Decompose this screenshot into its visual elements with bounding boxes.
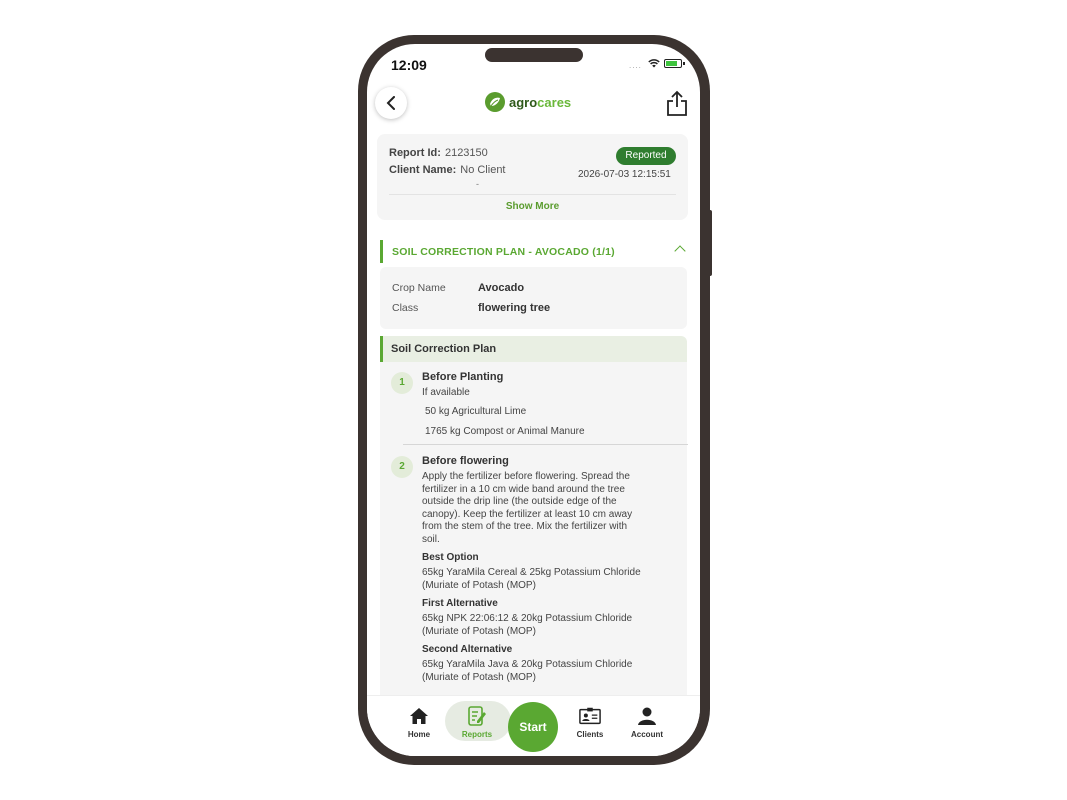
step-description-line: outside the drip line (the outside edge … [422,496,617,507]
report-edit-icon [466,705,488,727]
step-description-line: canopy). Keep the fertilizer at least 10… [422,508,633,520]
soil-correction-section-header[interactable]: SOIL CORRECTION PLAN - AVOCADO (1/1) [380,240,690,263]
report-content[interactable]: Report Id: 2123150 Client Name: No Client … [367,130,700,695]
option-line: (Muriate of Potash (MOP) [422,625,536,637]
tab-clients[interactable]: Clients [562,696,618,744]
step-number: 1 [391,372,413,394]
chevron-up-icon[interactable] [674,245,686,257]
report-id-value: 2123150 [444,147,488,159]
second-alternative-label: Second Alternative [422,644,513,655]
tab-label: Clients [576,730,604,739]
bottom-tab-bar: Home Reports Start Clients Account [367,695,700,756]
tab-reports[interactable]: Reports [449,696,505,744]
plan-body: 1 Before Planting If available 50 kg Agr… [380,362,688,695]
crop-name-label: Crop Name [392,282,446,294]
client-name-row: Client Name: No Client [389,164,506,176]
option-line: 65kg YaraMila Java & 20kg Potassium Chlo… [422,659,633,670]
step-number: 2 [391,456,413,478]
logo-wordmark: agrocares [509,95,571,110]
tab-account[interactable]: Account [619,696,675,744]
share-icon[interactable] [664,90,690,118]
option-line: (Muriate of Potash (MOP) [422,671,536,683]
client-name-value: No Client [460,164,506,176]
signal-icon: .... [629,61,642,70]
user-icon [636,705,658,727]
tab-label: Reports [461,730,493,739]
plan-title: Soil Correction Plan [391,343,497,355]
back-button[interactable] [375,87,407,119]
option-line: 65kg YaraMila Cereal & 25kg Potassium Ch… [422,567,641,578]
chevron-left-icon [386,96,395,110]
home-icon [408,705,430,727]
section-title: SOIL CORRECTION PLAN - AVOCADO (1/1) [392,246,615,258]
step-description-line: fertilizer in a 10 cm wide band around t… [422,483,625,495]
report-id-row: Report Id: 2123150 [389,147,488,159]
battery-icon [664,59,685,68]
wifi-icon [648,59,660,68]
logo-part1: agro [509,94,538,110]
client-extra: - [476,179,479,189]
crop-info-card: Crop Name Avocado Class flowering tree [380,267,687,329]
status-time: 12:09 [391,57,427,73]
tab-label: Account [631,730,663,739]
tab-label: Home [407,730,431,739]
step-divider [403,444,688,445]
first-alternative-label: First Alternative [422,598,498,609]
list-item: 1765 kg Compost or Animal Manure [425,426,585,437]
phone-side-button [708,210,712,276]
best-option-label: Best Option [422,552,479,563]
show-more-link[interactable]: Show More [377,201,688,212]
crop-name-value: Avocado [478,282,525,294]
leaf-logo-icon [485,92,505,112]
id-card-icon [579,705,601,727]
app-screen: 12:09 .... agrocares Report Id:2123150 [367,44,700,756]
option-line: 65kg NPK 22:06:12 & 20kg Potassium Chlor… [422,613,633,624]
start-button[interactable]: Start [508,702,558,752]
list-item: 50 kg Agricultural Lime [425,406,527,417]
step-description-line: from the stem of the tree. Mix the ferti… [422,521,628,532]
status-badge: Reported [616,147,676,165]
step-description-line: Apply the fertilizer before flowering. S… [422,471,630,482]
plan-header: Soil Correction Plan [380,336,687,362]
step-subtitle: If available [422,387,470,398]
logo-part2: cares [537,94,572,110]
phone-notch [485,48,583,62]
report-date: 2026-07-03 12:15:51 [578,169,671,180]
app-logo: agrocares [485,92,571,112]
crop-class-value: flowering tree [478,302,551,314]
step-description-line: soil. [422,533,440,545]
option-line: (Muriate of Potash (MOP) [422,579,536,591]
report-info-card: Report Id: 2123150 Client Name: No Client … [377,134,688,220]
tab-home[interactable]: Home [391,696,447,744]
step-title: Before flowering [422,455,509,467]
report-id-label: Report Id: [389,147,441,159]
client-name-label: Client Name: [389,164,457,176]
crop-class-label: Class [392,302,419,314]
divider [389,194,676,195]
step-title: Before Planting [422,371,504,383]
